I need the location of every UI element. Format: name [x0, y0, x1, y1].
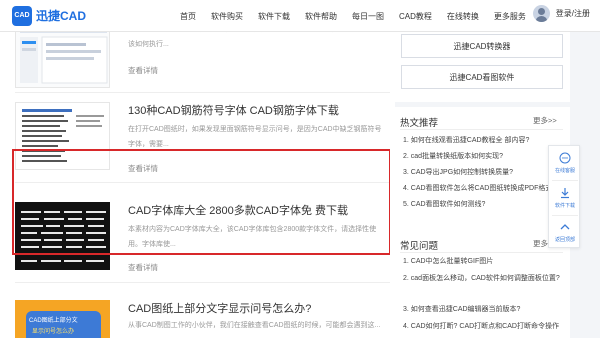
- nav-help[interactable]: 软件帮助: [305, 11, 337, 22]
- arrow-up-icon: [560, 224, 570, 230]
- faq-panel: 常见问题 更多>> 1. CAD中怎么批量转GIF图片 2. cad面板怎么移动…: [390, 230, 570, 338]
- logo-text: 迅捷CAD: [36, 9, 86, 23]
- nav-home[interactable]: 首页: [180, 11, 196, 22]
- article-title[interactable]: 130种CAD钢筋符号字体 CAD钢筋字体下载: [128, 102, 339, 118]
- article-desc: 在打开CAD图纸时，如果发现里面钢筋符号显示问号，是因为CAD中缺乏钢筋符号字体…: [128, 126, 382, 148]
- cad-viewer-button[interactable]: 迅捷CAD看图软件: [401, 65, 563, 89]
- faq-item[interactable]: 3. 如何查看迅捷CAD编辑器当前版本?: [403, 302, 568, 317]
- faq-item[interactable]: 2. cad面板怎么移动，CAD软件如何调整面板位置?: [403, 271, 568, 286]
- back-to-top-button[interactable]: 返回顶部: [549, 215, 581, 249]
- nav-daily-image[interactable]: 每日一图: [352, 11, 384, 22]
- hot-article-item[interactable]: 4. CAD看图软件怎么将CAD图纸转换成PDF格式: [403, 183, 553, 193]
- download-icon: [561, 188, 569, 199]
- view-details-link[interactable]: 查看详情: [128, 65, 158, 76]
- hot-article-item[interactable]: 1. 如何在线观看迅捷CAD教程全 部内容?: [403, 135, 553, 145]
- online-service-label: 在线客服: [554, 168, 575, 174]
- logo-mark: CAD: [12, 5, 32, 26]
- nav-online-convert[interactable]: 在线转换: [447, 11, 479, 22]
- faq-title: 常见问题: [400, 241, 439, 252]
- user-area[interactable]: 登录/注册: [532, 5, 590, 22]
- thumbnail-caption-1: CAD图纸上部分文: [29, 318, 78, 324]
- chat-icon: [559, 152, 571, 164]
- software-download-label: 软件下载: [554, 203, 575, 209]
- divider: [15, 92, 390, 93]
- main-nav: 首页 软件购买 软件下载 软件帮助 每日一图 CAD教程 在线转换 更多服务: [180, 0, 541, 32]
- top-header: CAD 迅捷CAD 首页 软件购买 软件下载 软件帮助 每日一图 CAD教程 在…: [0, 0, 600, 32]
- cad-converter-button[interactable]: 迅捷CAD转换器: [401, 34, 563, 58]
- highlight-annotation: [12, 149, 391, 255]
- software-download-button[interactable]: 软件下载: [549, 181, 581, 215]
- avatar[interactable]: [532, 5, 550, 22]
- login-register-link[interactable]: 登录/注册: [556, 8, 590, 19]
- view-details-link[interactable]: 查看详情: [128, 262, 158, 273]
- nav-download[interactable]: 软件下载: [258, 11, 290, 22]
- divider: [15, 282, 390, 283]
- online-service-button[interactable]: 在线客服: [549, 146, 581, 180]
- faq-item[interactable]: 4. CAD如何打断? CAD打断点和CAD打断命令操作: [403, 319, 568, 334]
- hot-article-item[interactable]: 2. cad批量转换纸版本如何实现?: [403, 151, 553, 161]
- hot-more-link[interactable]: 更多>>: [533, 115, 557, 126]
- thumbnail-caption-2: 显示问号怎么办: [32, 329, 75, 335]
- hot-articles-title: 热文推荐: [400, 118, 439, 129]
- hot-article-item[interactable]: 3. CAD导出JPG如何控制转换质量?: [403, 167, 553, 177]
- article-thumbnail[interactable]: CAD图纸上部分文 显示问号怎么办: [15, 300, 110, 338]
- article-list: ...当我们在打开CAD图纸的时候，可以使用迅捷CAD中的文字查找，然后进行操作…: [0, 22, 395, 338]
- panel-divider: [400, 252, 563, 253]
- back-to-top-label: 返回顶部: [554, 237, 575, 243]
- panel-divider: [400, 129, 563, 130]
- nav-cad-tutorial[interactable]: CAD教程: [399, 11, 432, 22]
- hot-article-item[interactable]: 5. CAD看图软件如何测线?: [403, 199, 553, 209]
- download-panel: 迅捷CAD转换器 迅捷CAD看图软件: [390, 32, 570, 102]
- nav-buy[interactable]: 软件购买: [211, 11, 243, 22]
- thumbnail-screenshot: [16, 23, 109, 87]
- article-title[interactable]: CAD图纸上部分文字显示问号怎么办?: [128, 300, 311, 316]
- article-desc: 从事CAD制图工作的小伙伴，我们在接触查看CAD图纸的时候，可能都会遇到这...: [128, 322, 381, 329]
- floating-toolbar: 在线客服 软件下载 返回顶部: [548, 145, 580, 248]
- nav-more-services[interactable]: 更多服务: [494, 11, 526, 22]
- site-logo[interactable]: CAD 迅捷CAD: [12, 5, 86, 26]
- faq-item[interactable]: 1. CAD中怎么批量转GIF图片: [403, 254, 568, 269]
